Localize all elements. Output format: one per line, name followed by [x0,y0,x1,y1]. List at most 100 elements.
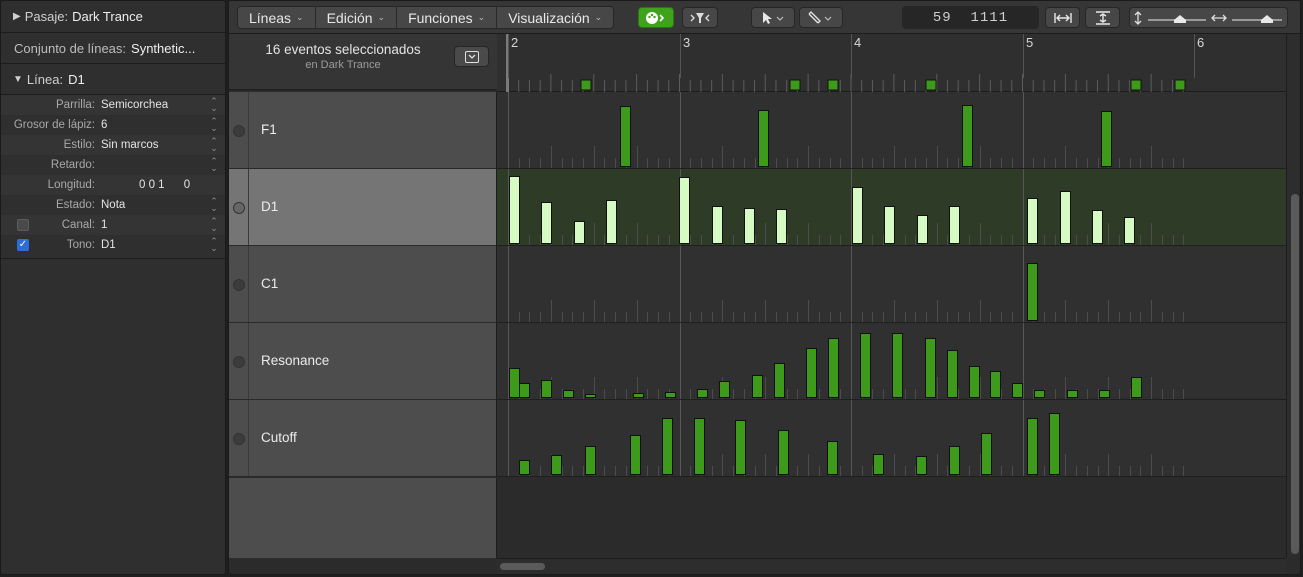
velocity-bar[interactable] [1099,390,1110,398]
velocity-bar[interactable] [1131,377,1142,398]
lane-events-c1[interactable] [497,246,1286,323]
velocity-bar[interactable] [962,105,973,167]
stepper-arrows-icon[interactable]: ⌃ ⌄ [207,117,221,133]
param-pen-width[interactable]: Grosor de lápiz: 6 ⌃ ⌄ [1,115,225,135]
velocity-bar[interactable] [852,187,863,244]
velocity-bar[interactable] [1067,390,1078,398]
vertical-scrollbar[interactable] [1286,34,1300,558]
menu-functions[interactable]: Funciones ⌄ [397,7,498,28]
param-value[interactable]: D1 [101,239,207,251]
fit-horizontal-button[interactable] [1045,7,1080,28]
velocity-bar[interactable] [1027,263,1038,321]
velocity-bar[interactable] [574,221,585,244]
velocity-bar[interactable] [541,380,552,398]
velocity-bar[interactable] [541,202,552,244]
lane-header-d1[interactable]: D1 [229,169,497,246]
mute-led-icon[interactable] [233,433,245,445]
velocity-bar[interactable] [519,460,530,475]
param-value[interactable]: 1 [101,219,207,231]
velocity-bar[interactable] [662,418,673,475]
horizontal-scrollbar[interactable] [497,558,1286,574]
velocity-bar[interactable] [712,206,723,244]
velocity-bar[interactable] [630,435,641,475]
velocity-bar[interactable] [519,383,530,398]
stepper-arrows-icon[interactable]: ⌃ ⌄ [207,157,221,173]
velocity-bar[interactable] [744,208,755,244]
velocity-bar[interactable] [1092,210,1103,244]
param-grid[interactable]: Parrilla: Semicorchea ⌃ ⌄ [1,95,225,115]
velocity-bar[interactable] [774,363,785,398]
velocity-bar[interactable] [917,215,928,244]
param-value[interactable]: Semicorchea [101,99,207,111]
velocity-bar[interactable] [1101,111,1112,167]
mute-led-icon[interactable] [233,125,245,137]
velocity-bar[interactable] [884,206,895,244]
lane-set-menu-button[interactable] [454,46,489,67]
velocity-bar[interactable] [1027,198,1038,244]
param-value[interactable]: Sin marcos [101,139,207,151]
lane-header-resonance[interactable]: Resonance [229,323,497,400]
lineset-header[interactable]: Conjunto de líneas: Synthetic... [1,33,225,64]
velocity-bar[interactable] [509,176,520,244]
velocity-bar[interactable] [1027,418,1038,475]
stepper-arrows-icon[interactable]: ⌃ ⌄ [207,237,221,253]
bar-ruler[interactable]: 2 3 4 5 6 [497,34,1286,92]
velocity-bar[interactable] [947,350,958,398]
midi-filter-button[interactable] [682,7,718,28]
mute-led-icon[interactable] [233,202,245,214]
velocity-bar[interactable] [551,455,562,475]
midi-in-button[interactable] [638,7,674,28]
pencil-tool-menu[interactable] [799,7,843,28]
velocity-bar[interactable] [665,392,676,398]
param-value[interactable]: 6 [101,119,207,131]
channel-checkbox[interactable] [17,219,29,231]
menu-view[interactable]: Visualización ⌄ [497,7,613,28]
lane-header-cutoff[interactable]: Cutoff [229,400,497,477]
velocity-bar[interactable] [860,333,871,398]
velocity-bar[interactable] [873,454,884,475]
mute-led-icon[interactable] [233,279,245,291]
velocity-bar[interactable] [916,456,927,475]
horizontal-scroll-thumb[interactable] [500,563,545,570]
velocity-bar[interactable] [585,394,596,398]
param-status[interactable]: Estado: Nota ⌃ ⌄ [1,195,225,215]
lane-inspector-header[interactable]: ▼ Línea: D1 [1,64,225,95]
velocity-bar[interactable] [735,420,746,475]
stepper-arrows-icon[interactable]: ⌃ ⌄ [207,197,221,213]
velocity-bar[interactable] [776,209,787,244]
velocity-bar[interactable] [1012,383,1023,398]
param-pitch[interactable]: ✓ Tono: D1 ⌃ ⌄ [1,235,225,255]
disclosure-triangle-down-icon[interactable]: ▼ [13,74,23,85]
lane-events-f1[interactable] [497,92,1286,169]
velocity-bar[interactable] [949,446,960,475]
param-value[interactable]: Nota [101,199,207,211]
lane-header-f1[interactable]: F1 [229,92,497,169]
fit-vertical-button[interactable] [1085,7,1120,28]
disclosure-triangle-right-icon[interactable]: ▶ [13,11,21,22]
region-inspector-header[interactable]: ▶ Pasaje: Dark Trance [1,1,225,33]
velocity-bar[interactable] [990,371,1001,398]
velocity-bar[interactable] [719,381,730,398]
velocity-bar[interactable] [925,338,936,398]
velocity-bar[interactable] [949,206,960,244]
velocity-bar[interactable] [620,106,631,167]
velocity-bar[interactable] [606,200,617,244]
lane-events-d1[interactable] [497,169,1286,246]
lane-header-c1[interactable]: C1 [229,246,497,323]
velocity-bar[interactable] [1060,191,1071,244]
velocity-bar[interactable] [697,389,708,398]
velocity-bar[interactable] [827,441,838,475]
velocity-bar[interactable] [752,375,763,398]
velocity-bar[interactable] [694,418,705,475]
param-style[interactable]: Estilo: Sin marcos ⌃ ⌄ [1,135,225,155]
position-display[interactable]: 59 1111 [902,6,1039,29]
stepper-arrows-icon[interactable]: ⌃ ⌄ [207,137,221,153]
velocity-bar[interactable] [981,433,992,475]
lane-events-resonance[interactable] [497,323,1286,400]
mute-led-icon[interactable] [233,356,245,368]
velocity-bar[interactable] [892,333,903,398]
velocity-bar[interactable] [1049,413,1060,475]
menu-lines[interactable]: Líneas ⌄ [238,7,316,28]
velocity-bar[interactable] [828,338,839,398]
stepper-arrows-icon[interactable]: ⌃ ⌄ [207,217,221,233]
